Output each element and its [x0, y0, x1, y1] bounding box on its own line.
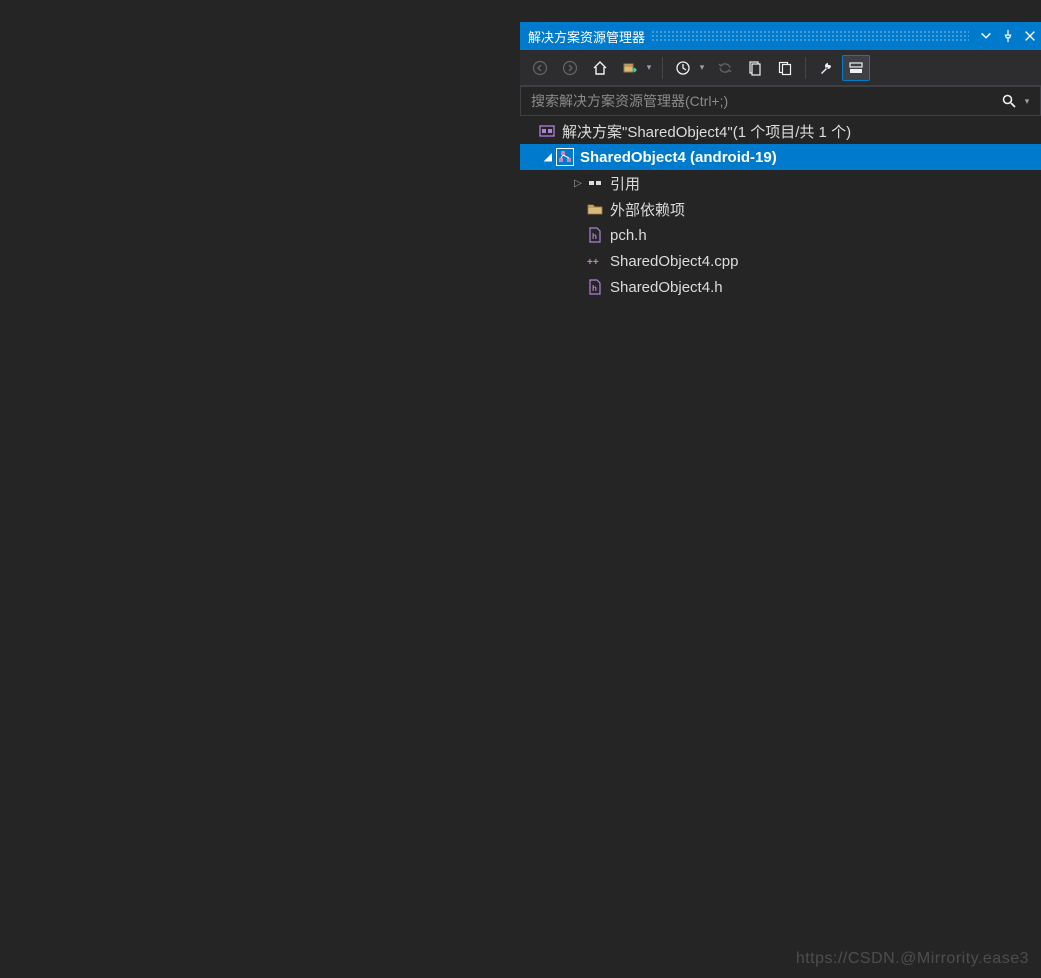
expander-open-icon[interactable]: ◢ — [540, 149, 556, 165]
back-button — [526, 55, 554, 81]
collapse-all-button[interactable] — [771, 55, 799, 81]
tree-external-deps-node[interactable]: 外部依赖项 — [520, 196, 1041, 222]
toolbar: ▾ ▾ — [520, 50, 1041, 86]
svg-text:h: h — [592, 284, 597, 293]
folder-icon — [586, 200, 604, 218]
expander-closed-icon[interactable]: ▷ — [570, 175, 586, 191]
search-bar: ▾ — [520, 86, 1041, 116]
switch-views-dropdown[interactable]: ▾ — [644, 62, 654, 73]
toolbar-separator — [662, 57, 663, 79]
panel-title: 解决方案资源管理器 — [528, 27, 645, 46]
refresh-button[interactable] — [741, 55, 769, 81]
svg-text:h: h — [592, 232, 597, 241]
close-icon[interactable] — [1019, 22, 1041, 50]
project-icon — [556, 148, 574, 166]
panel-titlebar: 解决方案资源管理器 — [520, 22, 1041, 50]
tree-references-node[interactable]: ▷ 引用 — [520, 170, 1041, 196]
switch-views-button[interactable] — [616, 55, 644, 81]
solution-icon — [538, 122, 556, 140]
tree-file-h[interactable]: h SharedObject4.h — [520, 274, 1041, 300]
forward-button — [556, 55, 584, 81]
search-dropdown[interactable]: ▾ — [1020, 96, 1034, 107]
solution-explorer-panel: 解决方案资源管理器 ▾ ▾ — [520, 22, 1041, 978]
header-file-icon: h — [586, 278, 604, 296]
pending-changes-filter-button[interactable] — [669, 55, 697, 81]
pin-icon[interactable] — [997, 22, 1019, 50]
preview-selected-items-button[interactable] — [842, 55, 870, 81]
search-input[interactable] — [531, 93, 996, 109]
sync-active-document-button — [711, 55, 739, 81]
properties-button[interactable] — [812, 55, 840, 81]
toolbar-separator — [805, 57, 806, 79]
tree-label: 解决方案"SharedObject4"(1 个项目/共 1 个) — [562, 121, 851, 142]
tree-file-cpp[interactable]: ++ SharedObject4.cpp — [520, 248, 1041, 274]
tree-label: 外部依赖项 — [610, 199, 685, 220]
window-position-dropdown[interactable] — [975, 22, 997, 50]
pending-changes-dropdown[interactable]: ▾ — [697, 62, 707, 73]
header-file-icon: h — [586, 226, 604, 244]
tree-label: SharedObject4.cpp — [610, 253, 738, 270]
solution-tree[interactable]: 解决方案"SharedObject4"(1 个项目/共 1 个) ◢ Share… — [520, 116, 1041, 978]
cpp-file-icon: ++ — [586, 252, 604, 270]
search-submit-button[interactable] — [996, 93, 1022, 109]
tree-label: pch.h — [610, 227, 647, 244]
editor-area — [0, 0, 520, 978]
svg-text:++: ++ — [587, 257, 599, 268]
home-button[interactable] — [586, 55, 614, 81]
tree-file-pch[interactable]: h pch.h — [520, 222, 1041, 248]
tree-label: SharedObject4.h — [610, 279, 723, 296]
tree-solution-node[interactable]: 解决方案"SharedObject4"(1 个项目/共 1 个) — [520, 118, 1041, 144]
titlebar-grip[interactable] — [651, 30, 969, 42]
references-icon — [586, 174, 604, 192]
tree-label: 引用 — [610, 173, 640, 194]
tree-project-node[interactable]: ◢ SharedObject4 (android-19) — [520, 144, 1041, 170]
tree-label: SharedObject4 (android-19) — [580, 149, 777, 166]
